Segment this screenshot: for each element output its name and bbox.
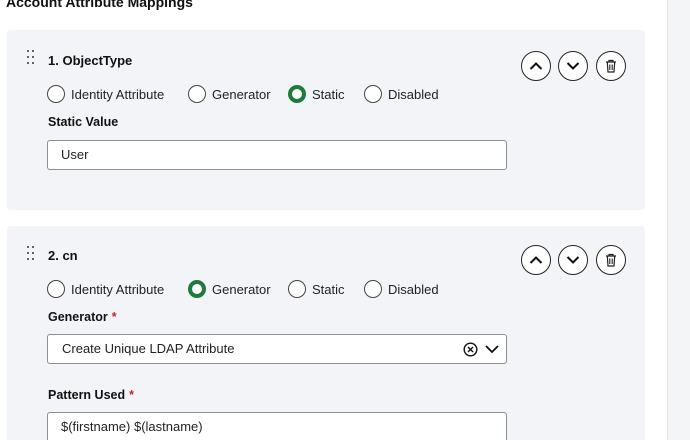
chevron-down-icon[interactable] xyxy=(485,343,499,355)
radio-label: Identity Attribute xyxy=(71,281,165,297)
radio-circle-checked[interactable] xyxy=(188,280,206,298)
radio-label: Static xyxy=(312,86,345,102)
section-title: Account Attribute Mappings xyxy=(6,0,193,10)
radio-circle[interactable] xyxy=(288,280,306,298)
generator-label-text: Generator xyxy=(48,310,108,324)
radio-label: Disabled xyxy=(388,86,439,102)
delete-button[interactable] xyxy=(596,245,626,275)
radio-circle-checked[interactable] xyxy=(288,85,306,103)
account-attribute-mappings-panel: Account Attribute Mappings 1. ObjectType… xyxy=(0,0,690,440)
mapping-title: 1. ObjectType xyxy=(48,53,133,68)
radio-label: Identity Attribute xyxy=(71,86,165,102)
generator-select-value: Create Unique LDAP Attribute xyxy=(62,341,235,356)
required-marker: * xyxy=(111,310,117,324)
chevron-down-icon xyxy=(566,256,580,264)
chevron-up-icon xyxy=(529,256,543,264)
generator-select[interactable]: Create Unique LDAP Attribute xyxy=(47,334,507,364)
radio-label: Generator xyxy=(212,281,271,297)
radio-circle[interactable] xyxy=(364,280,382,298)
pattern-used-input[interactable]: $(firstname) $(lastname) xyxy=(47,412,507,440)
required-marker: * xyxy=(129,388,134,402)
radio-circle[interactable] xyxy=(47,85,65,103)
move-up-button[interactable] xyxy=(521,51,551,81)
move-up-button[interactable] xyxy=(521,245,551,275)
mapping-card-objecttype: 1. ObjectType Identity Attribute Generat… xyxy=(7,30,645,210)
drag-handle-icon[interactable] xyxy=(27,50,35,64)
radio-generator[interactable]: Generator xyxy=(188,84,271,104)
pattern-used-label: Pattern Used * xyxy=(48,388,134,402)
trash-icon xyxy=(606,59,616,73)
move-down-button[interactable] xyxy=(558,245,588,275)
radio-circle[interactable] xyxy=(188,85,206,103)
radio-disabled[interactable]: Disabled xyxy=(364,279,439,299)
radio-label: Static xyxy=(312,281,345,297)
radio-identity-attribute[interactable]: Identity Attribute xyxy=(47,279,164,299)
radio-identity-attribute[interactable]: Identity Attribute xyxy=(47,84,164,104)
static-value-label: Static Value xyxy=(48,115,119,129)
trash-icon xyxy=(606,253,616,267)
mapping-title: 2. cn xyxy=(48,248,78,263)
radio-static[interactable]: Static xyxy=(288,279,345,299)
mapping-card-cn: 2. cn Identity Attribute Generator Stati… xyxy=(7,226,645,440)
chevron-up-icon xyxy=(529,62,543,70)
drag-handle-icon[interactable] xyxy=(27,246,35,260)
radio-circle[interactable] xyxy=(47,280,65,298)
side-panel-edge xyxy=(667,0,690,440)
generator-label: Generator * xyxy=(48,310,117,324)
radio-disabled[interactable]: Disabled xyxy=(364,84,439,104)
radio-circle[interactable] xyxy=(364,85,382,103)
clear-circle-icon[interactable] xyxy=(463,342,478,357)
radio-static[interactable]: Static xyxy=(288,84,345,104)
radio-label: Generator xyxy=(212,86,271,102)
move-down-button[interactable] xyxy=(558,51,588,81)
radio-generator[interactable]: Generator xyxy=(188,279,271,299)
chevron-down-icon xyxy=(566,62,580,70)
delete-button[interactable] xyxy=(596,51,626,81)
static-value-input[interactable]: User xyxy=(47,140,507,170)
radio-label: Disabled xyxy=(388,281,439,297)
pattern-used-label-text: Pattern Used xyxy=(48,388,126,402)
